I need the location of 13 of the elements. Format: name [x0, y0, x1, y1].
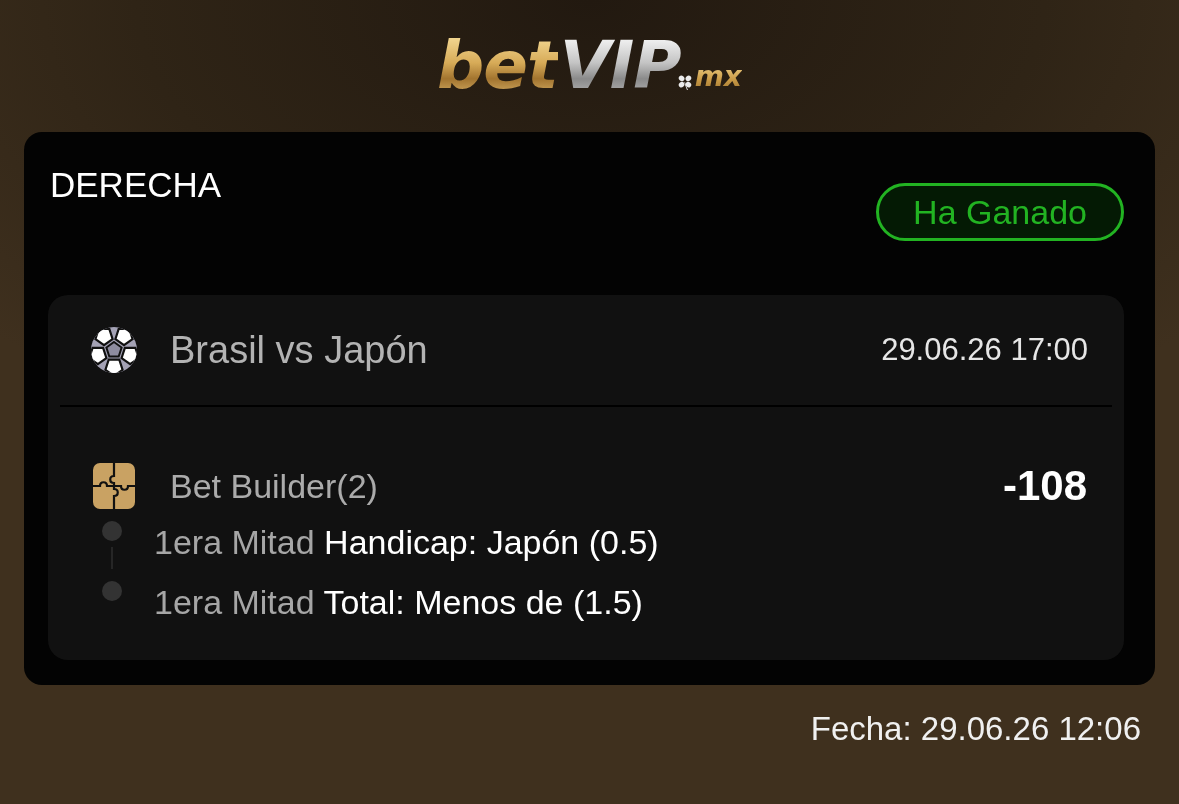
- puzzle-icon: [93, 463, 135, 509]
- selection-text: 1era Mitad Total: Menos de (1.5): [154, 582, 643, 622]
- placed-date: Fecha: 29.06.26 12:06: [810, 709, 1141, 749]
- match-name: Brasil vs Japón: [170, 328, 429, 373]
- soccer-ball-icon: [90, 326, 138, 374]
- match-datetime: 29.06.26 17:00: [881, 331, 1088, 369]
- status-badge: Ha Ganado: [876, 183, 1124, 241]
- odds: -108: [1002, 462, 1087, 510]
- timeline-dot-icon: [102, 521, 122, 541]
- ticket-title: DERECHA: [50, 164, 222, 206]
- selection-text: 1era Mitad Handicap: Japón (0.5): [154, 522, 659, 562]
- timeline-dot-icon: [102, 581, 122, 601]
- bet-type: Bet Builder(2): [170, 466, 379, 507]
